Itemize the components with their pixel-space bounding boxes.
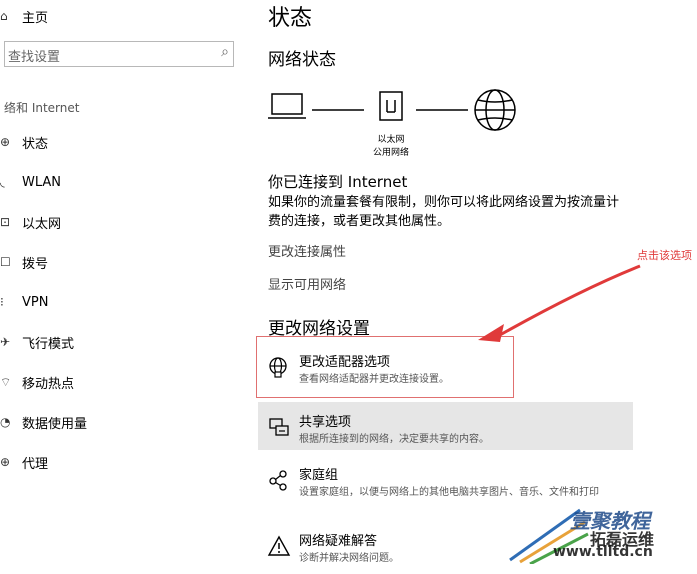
data-usage-icon: ◔ — [0, 415, 11, 429]
connected-desc-line1: 如果你的流量套餐有限制，则你可以将此网络设置为按流量计 — [268, 195, 620, 210]
sidebar-home[interactable]: ⌂ 主页 — [0, 4, 48, 28]
annotation-arrow — [478, 264, 641, 342]
search-icon[interactable]: ⌕ — [221, 44, 229, 60]
watermark-url: www.tlltd.cn — [553, 544, 653, 560]
sidebar-item-data-usage[interactable]: ◔ 数据使用量 — [0, 410, 87, 434]
ethernet-icon: ⊡ — [0, 215, 11, 229]
sidebar-item-airplane[interactable]: ✈ 飞行模式 — [0, 330, 74, 354]
internet-globe-icon — [474, 89, 516, 131]
sidebar-item-label: 代理 — [22, 456, 49, 472]
sidebar-item-ethernet[interactable]: ⊡ 以太网 — [0, 210, 61, 234]
dialup-icon: ☐ — [0, 255, 11, 269]
network-diagram — [268, 89, 516, 131]
globe-icon: ⊕ — [0, 455, 11, 469]
warning-icon — [267, 535, 291, 556]
option-desc: 设置家庭组，以便与网络上的其他电脑共享图片、音乐、文件和打印 — [299, 487, 599, 498]
status-icon: ⊕ — [0, 135, 11, 149]
adapter-options-item[interactable]: 更改适配器选项 查看网络适配器并更改连接设置。 — [261, 345, 633, 395]
sidebar-item-dialup[interactable]: ☐ 拨号 — [0, 250, 48, 274]
adapter-globe-icon — [269, 357, 287, 378]
option-desc: 诊断并解决网络问题。 — [299, 553, 399, 564]
sidebar-item-label: 状态 — [22, 136, 49, 152]
airplane-icon: ✈ — [0, 335, 11, 349]
sidebar-item-hotspot[interactable]: ⌔ 移动热点 — [0, 370, 74, 394]
option-title: 家庭组 — [299, 468, 339, 483]
option-desc: 查看网络适配器并更改连接设置。 — [299, 374, 449, 385]
computer-icon — [268, 93, 306, 119]
vpn-icon: ⁝ — [0, 295, 4, 309]
connected-desc-line2: 费的连接，或者更改其他属性。 — [268, 214, 451, 229]
annotation-text: 点击该选项 — [637, 249, 692, 262]
sidebar-item-status[interactable]: ⊕ 状态 — [0, 130, 48, 154]
change-connection-properties-link[interactable]: 更改连接属性 — [268, 241, 346, 260]
homegroup-icon — [269, 470, 287, 491]
sharing-options-item[interactable]: 共享选项 根据所连接到的网络，决定要共享的内容。 — [261, 405, 633, 455]
sidebar-item-label: 数据使用量 — [22, 416, 88, 432]
sharing-icon — [269, 418, 289, 436]
option-desc: 根据所连接到的网络，决定要共享的内容。 — [299, 434, 489, 445]
sidebar-item-label: 移动热点 — [22, 376, 75, 392]
page-title: 状态 — [268, 6, 313, 31]
sidebar-item-label: WLAN — [22, 174, 62, 190]
wifi-icon: ◟ — [0, 175, 5, 189]
sidebar-item-label: VPN — [22, 294, 49, 310]
option-title: 网络疑难解答 — [299, 534, 378, 549]
option-title: 更改适配器选项 — [299, 355, 391, 370]
sidebar-item-label: 拨号 — [22, 256, 49, 272]
sidebar-item-proxy[interactable]: ⊕ 代理 — [0, 450, 48, 474]
ethernet-port-icon — [379, 91, 403, 121]
sidebar-home-label: 主页 — [22, 10, 49, 26]
ethernet-label: 以太网 — [377, 135, 405, 145]
network-type-label: 公用网络 — [372, 148, 409, 158]
network-status-heading: 网络状态 — [268, 50, 336, 70]
sidebar-item-vpn[interactable]: ⁝ VPN — [0, 290, 48, 314]
home-icon: ⌂ — [0, 9, 8, 23]
sidebar-item-label: 以太网 — [22, 216, 62, 232]
sidebar-item-label: 飞行模式 — [22, 336, 75, 352]
hotspot-icon: ⌔ — [0, 374, 12, 389]
show-available-networks-link[interactable]: 显示可用网络 — [268, 274, 346, 293]
search-box[interactable]: 查找设置 ⌕ — [4, 41, 234, 67]
option-title: 共享选项 — [299, 415, 352, 430]
connected-heading: 你已连接到 Internet — [268, 173, 408, 191]
section-title: 络和 Internet — [4, 101, 80, 115]
search-placeholder: 查找设置 — [8, 50, 61, 65]
sidebar-item-wlan[interactable]: ◟ WLAN — [0, 170, 61, 194]
